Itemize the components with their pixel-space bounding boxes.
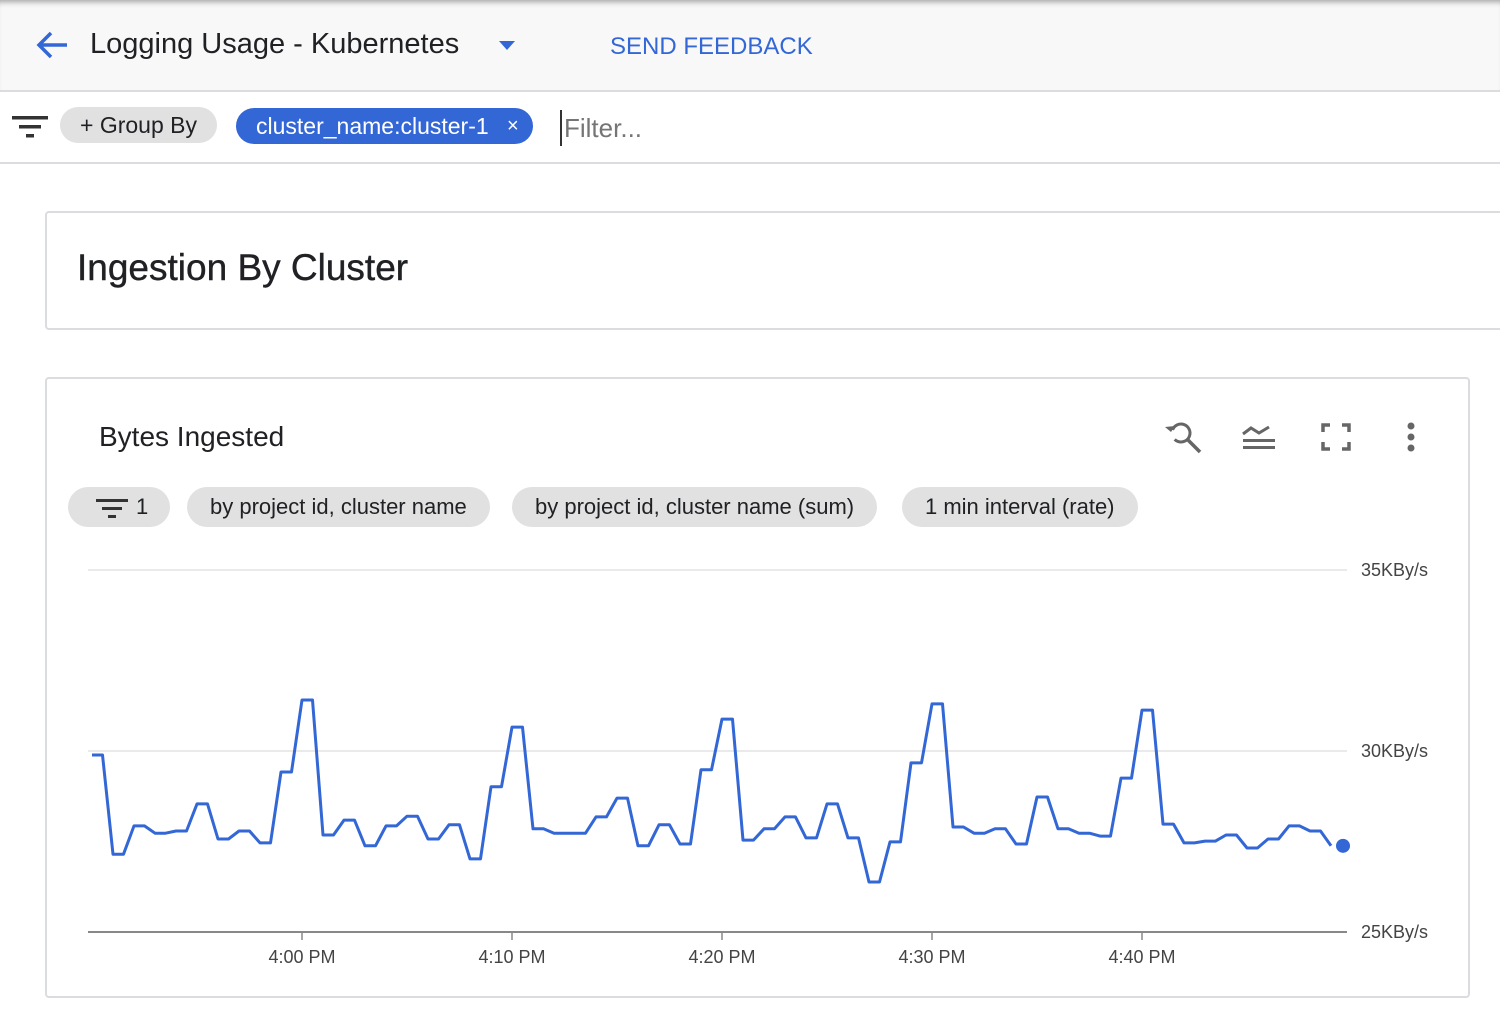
- filter-list-icon[interactable]: [12, 114, 48, 140]
- send-feedback-button[interactable]: SEND FEEDBACK: [610, 33, 813, 61]
- filter-bar: + Group By cluster_name:cluster-1 ×: [0, 92, 1500, 164]
- app-header: Logging Usage - Kubernetes SEND FEEDBACK: [0, 0, 1500, 92]
- filter-chip-label: cluster_name:cluster-1: [256, 113, 489, 139]
- close-icon[interactable]: ×: [507, 108, 519, 144]
- x-tick-label: 4:40 PM: [1108, 947, 1175, 967]
- filter-input[interactable]: [560, 110, 1160, 146]
- last-point-marker: [1336, 838, 1350, 853]
- section-title: Ingestion By Cluster: [77, 247, 409, 288]
- x-tick-label: 4:00 PM: [268, 947, 335, 967]
- section-header-card: Ingestion By Cluster: [45, 211, 1500, 330]
- filter-chip-cluster[interactable]: cluster_name:cluster-1 ×: [236, 108, 533, 144]
- x-tick-label: 4:30 PM: [898, 947, 965, 967]
- x-tick-label: 4:10 PM: [478, 947, 545, 967]
- y-tick-label: 30KBy/s: [1361, 741, 1428, 761]
- group-by-button[interactable]: + Group By: [60, 107, 217, 143]
- line-chart: 35KBy/s 30KBy/s 25KBy/s 4:00 PM 4:10 PM 4:20 …: [88, 560, 1428, 967]
- arrow-left-icon[interactable]: [34, 28, 70, 62]
- dashboard-title: Logging Usage - Kubernetes: [90, 28, 460, 60]
- y-tick-label: 35KBy/s: [1361, 560, 1428, 580]
- series-line: [92, 698, 1333, 884]
- caret-down-icon[interactable]: [499, 41, 515, 50]
- y-tick-label: 25KBy/s: [1361, 922, 1428, 942]
- chart-widget: Bytes Ingested 1 by project id, cluster …: [45, 377, 1470, 998]
- x-tick-label: 4:20 PM: [688, 947, 755, 967]
